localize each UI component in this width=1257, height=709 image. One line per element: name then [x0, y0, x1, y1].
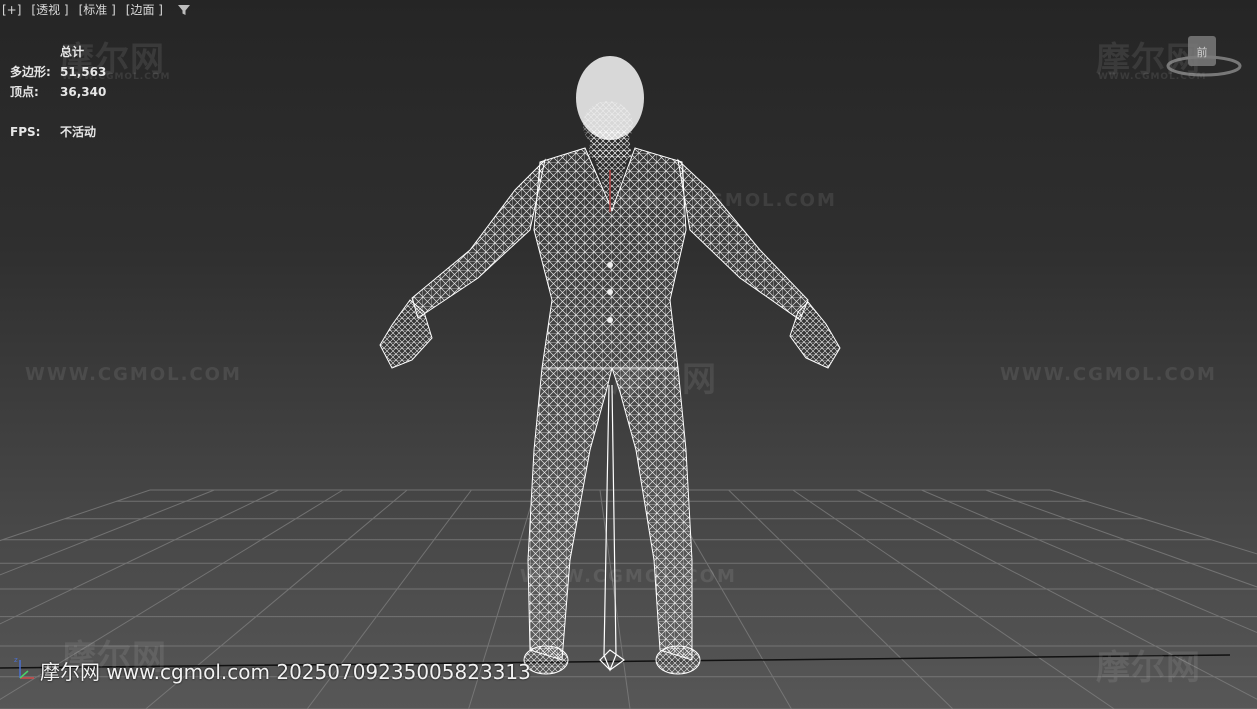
watermark-site: WWW.CGMOL.COM — [520, 566, 737, 587]
watermark-site: WWW.CGMOL.COM — [25, 364, 242, 385]
watermark-logo: 摩尔网 — [1096, 648, 1201, 688]
statistics-overlay: 总计 多边形: 51,563 顶点: 36,340 FPS: 不活动 — [10, 42, 106, 142]
polygons-label: 多边形: — [10, 65, 51, 79]
watermark-site: WWW.CGMOL.COM — [1000, 364, 1217, 385]
polygons-value: 51,563 — [60, 65, 107, 79]
left-arm-mesh — [411, 158, 546, 319]
filter-icon[interactable] — [177, 3, 191, 17]
viewport-menu-view[interactable]: [透视 ] — [31, 2, 68, 18]
right-arm-mesh — [677, 158, 809, 321]
grid-line — [921, 489, 1257, 634]
viewport-menu-shading-standard[interactable]: [标准 ] — [79, 2, 116, 18]
vertices-label: 顶点: — [10, 85, 39, 99]
axis-gizmo-icon: z — [12, 654, 38, 684]
fps-label: FPS: — [10, 125, 41, 139]
screenshot-caption: 摩尔网 www.cgmol.com 20250709235005823313 — [40, 660, 531, 684]
viewport-menu-edged-faces[interactable]: [边面 ] — [126, 2, 163, 18]
watermark-site: WWW.CGMOL.COM — [620, 190, 837, 211]
stats-header: 总计 — [60, 45, 85, 59]
vertices-value: 36,340 — [60, 85, 107, 99]
viewport-label-menu: [+] [透视 ] [标准 ] [边面 ] — [2, 2, 191, 18]
svg-text:前: 前 — [1197, 45, 1208, 59]
viewcube-icon[interactable]: 前 — [1166, 34, 1246, 84]
viewport-menu-general[interactable]: [+] — [2, 2, 21, 18]
svg-text:z: z — [14, 656, 18, 664]
watermark-logo: 摩尔网 — [612, 360, 717, 400]
fps-value: 不活动 — [60, 125, 97, 139]
3d-viewport[interactable]: 摩尔网 WWW.CGMOL.COM 摩尔网 WWW.CGMOL.COM WWW.… — [0, 0, 1257, 709]
